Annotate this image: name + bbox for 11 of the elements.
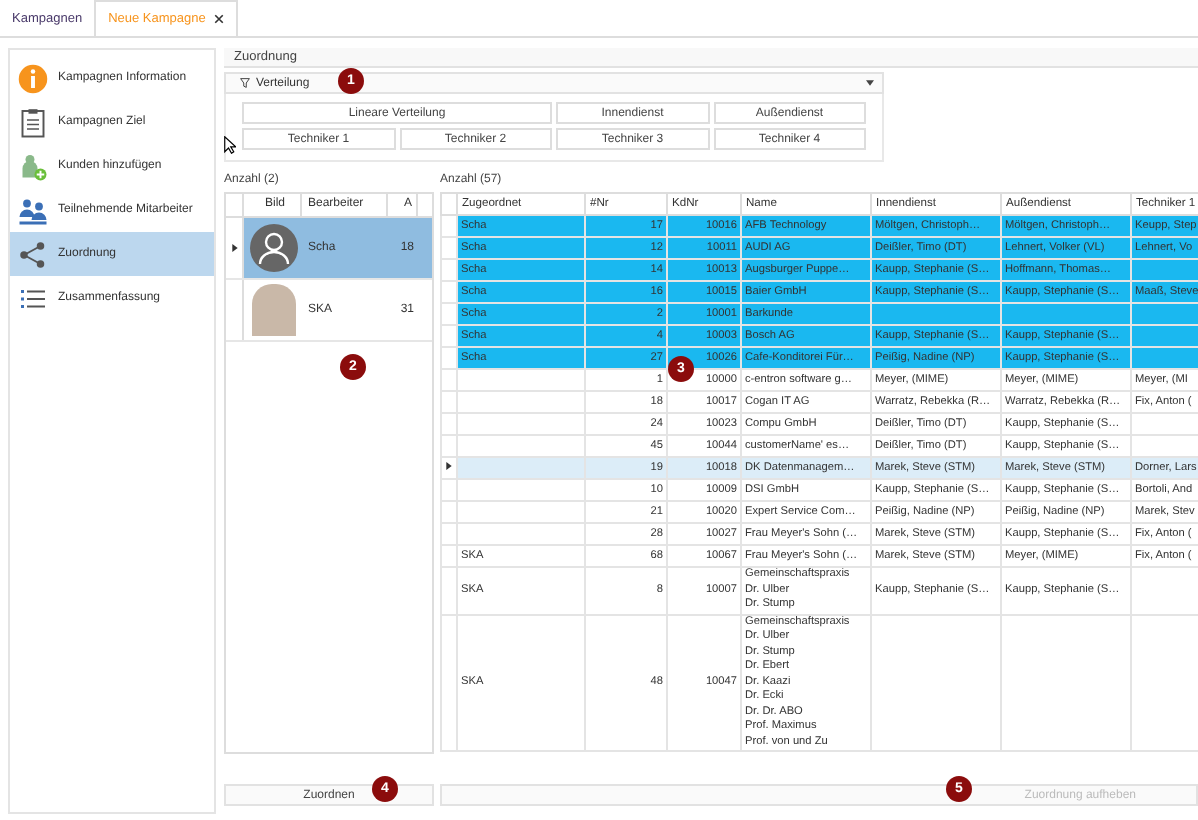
close-icon[interactable]	[213, 14, 224, 24]
cursor-icon	[224, 136, 236, 154]
add-person-icon	[18, 151, 48, 181]
team-icon	[18, 195, 48, 225]
share-icon	[18, 239, 48, 269]
avatar-icon	[249, 224, 297, 272]
caret-icon	[866, 80, 874, 86]
info-icon	[18, 63, 48, 93]
filter-icon	[240, 78, 250, 88]
clipboard-icon	[18, 107, 48, 137]
photo-placeholder	[251, 284, 295, 336]
